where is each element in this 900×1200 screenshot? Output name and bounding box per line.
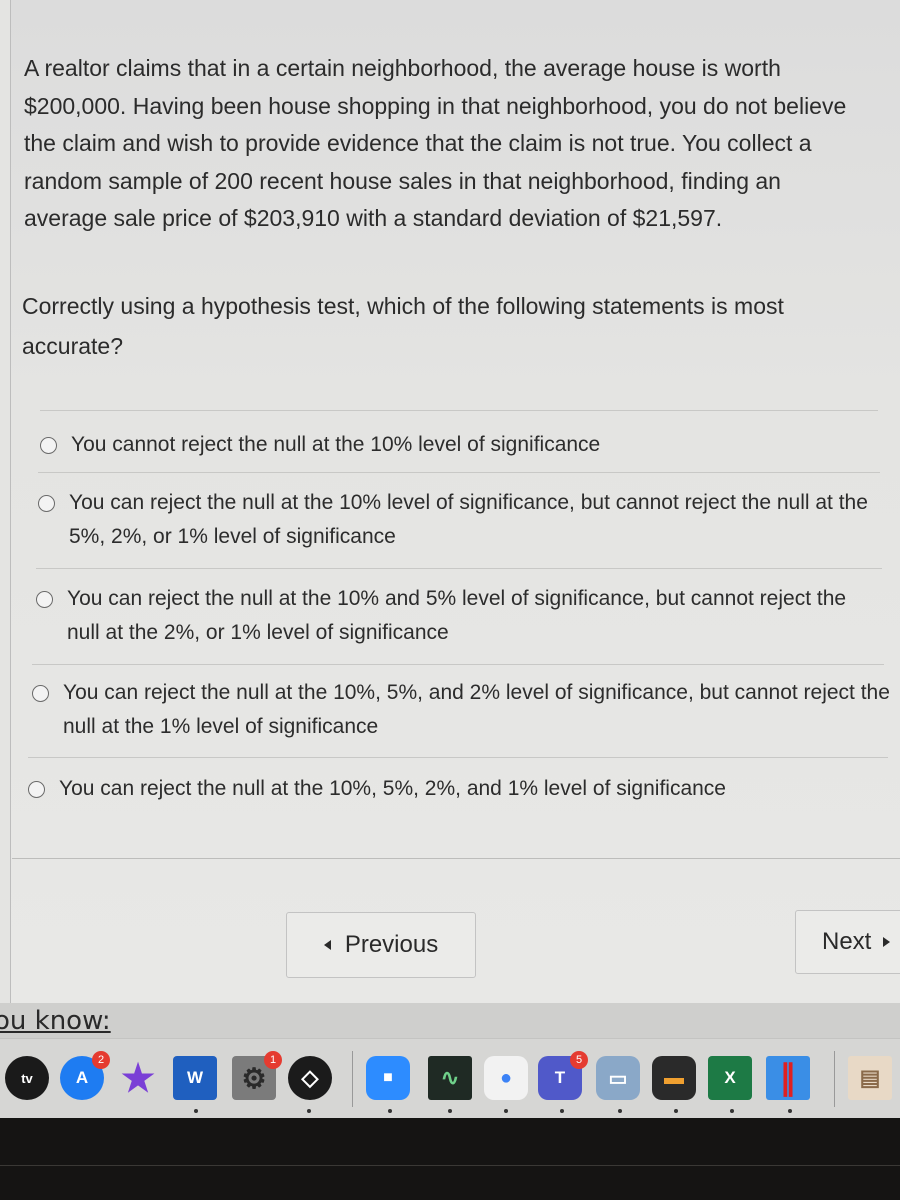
option-label: You cannot reject the null at the 10% le…: [71, 433, 601, 456]
running-indicator: [560, 1109, 564, 1113]
answer-option-5[interactable]: You can reject the null at the 10%, 5%, …: [28, 772, 859, 806]
caret-left-icon: [323, 940, 331, 950]
question-text: A realtor claims that in a certain neigh…: [24, 55, 847, 231]
radio-button[interactable]: [40, 437, 57, 454]
excel-icon[interactable]: X: [708, 1056, 752, 1100]
running-indicator: [194, 1109, 198, 1113]
option-label: You can reject the null at the 10%, 5%, …: [59, 777, 726, 800]
running-indicator: [388, 1109, 392, 1113]
apple-tv-icon[interactable]: tv: [5, 1056, 49, 1100]
radio-button[interactable]: [32, 685, 49, 702]
zoom-icon[interactable]: ■: [366, 1056, 410, 1100]
next-button-label: Next: [822, 928, 872, 955]
divider: [32, 664, 884, 665]
running-indicator: [448, 1109, 452, 1113]
chrome-icon[interactable]: ●: [484, 1056, 528, 1100]
divider: [12, 858, 900, 859]
radio-button[interactable]: [28, 781, 45, 798]
option-label: You can reject the null at the 10%, 5%, …: [63, 681, 890, 738]
previous-button-label: Previous: [344, 931, 439, 958]
notification-badge: 1: [264, 1051, 282, 1069]
downloads-folder-icon[interactable]: ▤: [848, 1056, 892, 1100]
running-indicator: [674, 1109, 678, 1113]
bezel-edge: [0, 1165, 900, 1166]
dock-separator: [834, 1051, 835, 1107]
activity-monitor-icon[interactable]: ∿: [428, 1056, 472, 1100]
system-preferences-icon[interactable]: ⚙ 1: [232, 1051, 282, 1100]
page-footer-band: [0, 1003, 900, 1043]
shortcuts-app-icon[interactable]: ◇: [288, 1056, 332, 1100]
divider: [28, 757, 888, 758]
laptop-bezel: [0, 1118, 900, 1200]
answer-option-3[interactable]: You can reject the null at the 10% and 5…: [36, 582, 867, 650]
next-button[interactable]: Next: [795, 910, 900, 974]
parallels-icon[interactable]: ∥: [766, 1056, 810, 1100]
divider: [38, 472, 880, 473]
notification-badge: 2: [92, 1051, 110, 1069]
imovie-icon[interactable]: ★: [116, 1056, 160, 1100]
question-prompt: Correctly using a hypothesis test, which…: [22, 293, 784, 359]
option-label: You can reject the null at the 10% and 5…: [67, 587, 847, 644]
answer-option-4[interactable]: You can reject the null at the 10%, 5%, …: [32, 676, 893, 744]
caret-right-icon: [883, 937, 891, 947]
section-heading-partial: ou know:: [0, 1006, 111, 1036]
radio-button[interactable]: [38, 495, 55, 512]
dock-separator: [352, 1051, 353, 1107]
answer-option-1[interactable]: You cannot reject the null at the 10% le…: [40, 428, 871, 462]
preview-icon[interactable]: ▭: [596, 1056, 640, 1100]
teams-icon[interactable]: T5: [538, 1051, 588, 1100]
app-store-icon[interactable]: A2: [60, 1051, 110, 1100]
option-label: You can reject the null at the 10% level…: [69, 491, 868, 548]
word-icon[interactable]: W: [173, 1056, 217, 1100]
macos-dock: tv A2 ★ W ⚙ 1 ◇ ■ ∿ ● T5 ▭ ▬ X ∥ ▤: [0, 1038, 900, 1119]
divider: [40, 410, 878, 411]
answer-option-2[interactable]: You can reject the null at the 10% level…: [38, 486, 869, 554]
running-indicator: [307, 1109, 311, 1113]
radio-button[interactable]: [36, 591, 53, 608]
previous-button[interactable]: Previous: [286, 912, 476, 978]
running-indicator: [788, 1109, 792, 1113]
divider: [36, 568, 882, 569]
printer-icon[interactable]: ▬: [652, 1056, 696, 1100]
running-indicator: [730, 1109, 734, 1113]
running-indicator: [618, 1109, 622, 1113]
notification-badge: 5: [570, 1051, 588, 1069]
running-indicator: [504, 1109, 508, 1113]
